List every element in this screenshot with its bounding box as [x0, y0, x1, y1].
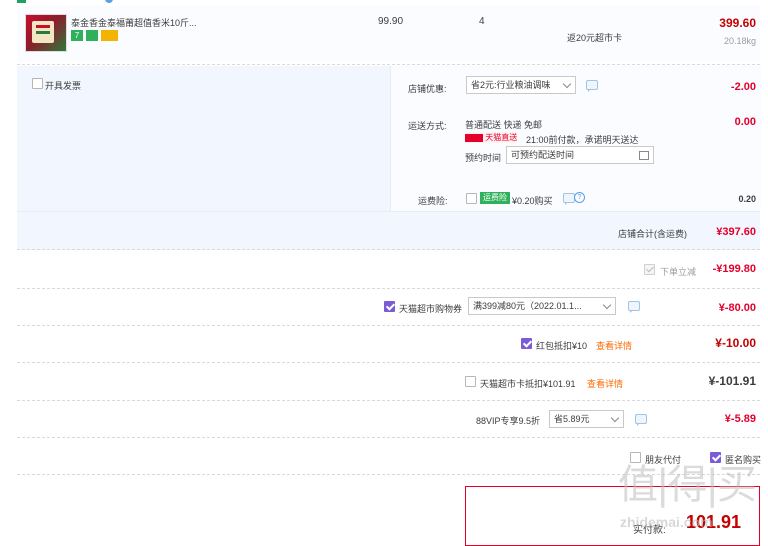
vip-value: 省5.89元: [554, 414, 590, 424]
divider: [17, 288, 760, 289]
vip-label: 88VIP专享9.5折: [476, 416, 541, 426]
red-packet-checkbox[interactable]: [521, 338, 532, 349]
supermarket-card-label[interactable]: 天猫超市卡抵扣¥101.91: [480, 377, 576, 390]
red-packet-detail-link[interactable]: 查看详情: [596, 339, 632, 352]
watermark-logo: 值|得|买: [618, 462, 757, 508]
chevron-down-icon: [562, 79, 572, 89]
watermark-url: zhidemai.com: [620, 514, 713, 530]
insurance-badge: 运费险: [480, 192, 510, 204]
insurance-checkbox[interactable]: [466, 193, 477, 204]
schedule-placeholder: 可预约配送时间: [511, 150, 575, 160]
divider: [17, 400, 760, 401]
help-icon: [105, 0, 113, 3]
product-tag-service-icon: [86, 30, 98, 41]
calendar-icon: [639, 151, 649, 160]
invoice-checkbox[interactable]: [32, 78, 43, 89]
shipping-method: 普通配送 快递 免邮: [465, 120, 543, 130]
shop-total-amount: ¥397.60: [716, 226, 756, 238]
shop-discount-select[interactable]: 省2元:行业粮油调味: [466, 76, 576, 94]
product-tag-7: 7: [71, 30, 83, 41]
divider: [17, 325, 760, 326]
top-strip: [17, 0, 760, 4]
order-discount-label: 下单立减: [660, 267, 697, 277]
shop-discount-value: 省2元:行业粮油调味: [471, 80, 551, 90]
message-icon[interactable]: [635, 414, 647, 426]
weight: 20.18kg: [723, 36, 756, 46]
order-discount-checkbox: [644, 264, 655, 275]
tmall-direct-badge: 天猫直送: [465, 132, 518, 143]
shop-total-label: 店铺合计(含运费): [618, 229, 687, 239]
invoice-label[interactable]: 开具发票: [45, 79, 81, 92]
product-image[interactable]: [25, 14, 67, 52]
supermarket-coupon-checkbox[interactable]: [384, 301, 395, 312]
shop-discount-amount: -2.00: [730, 81, 756, 93]
red-packet-amount: ¥-10.00: [715, 336, 756, 350]
order-discount-amount: -¥199.80: [712, 263, 756, 275]
badge-text: 天猫直送: [485, 133, 518, 142]
product-row: [17, 6, 760, 62]
tmall-logo-icon: [465, 133, 483, 142]
delivery-promise: 21:00前付款，承诺明天送达: [526, 135, 639, 145]
divider: [17, 64, 760, 65]
product-name[interactable]: 泰金香金泰福莆超值香米10斤...: [71, 16, 197, 29]
chevron-down-icon: [602, 300, 612, 310]
help-icon[interactable]: ?: [574, 192, 585, 203]
vip-select[interactable]: 省5.89元: [549, 410, 624, 428]
unit-price: 99.90: [378, 16, 404, 27]
vip-amount: ¥-5.89: [724, 413, 756, 425]
supermarket-coupon-value: 满399减80元（2022.01.1...: [473, 301, 582, 311]
quantity: 4: [479, 16, 485, 27]
subtotal: 399.60: [719, 16, 756, 30]
schedule-input[interactable]: 可预约配送时间: [506, 146, 654, 164]
supermarket-card-detail-link[interactable]: 查看详情: [587, 377, 623, 390]
shop-discount-label: 店铺优惠:: [408, 84, 447, 94]
insurance-price: ¥0.20购买: [512, 196, 553, 206]
schedule-label: 预约时间: [465, 153, 502, 163]
supermarket-coupon-label[interactable]: 天猫超市购物券: [399, 302, 462, 315]
divider: [17, 437, 760, 438]
message-icon[interactable]: [586, 80, 598, 92]
shipping-amount: 0.00: [734, 116, 756, 128]
divider: [17, 362, 760, 363]
supermarket-coupon-amount: ¥-80.00: [718, 302, 756, 314]
supermarket-card-checkbox[interactable]: [465, 376, 476, 387]
supermarket-coupon-select[interactable]: 满399减80元（2022.01.1...: [468, 297, 616, 315]
supermarket-card-amount: ¥-101.91: [708, 374, 756, 388]
select-all-checkbox[interactable]: [17, 0, 26, 3]
divider: [17, 249, 760, 250]
message-icon[interactable]: [628, 301, 640, 313]
insurance-amount: 0.20: [738, 194, 756, 204]
insurance-label: 运费险:: [418, 196, 448, 206]
rebate-text: 返20元超市卡: [567, 33, 623, 43]
chevron-down-icon: [610, 413, 620, 423]
shipping-label: 运送方式:: [408, 121, 447, 131]
red-packet-label[interactable]: 红包抵扣¥10: [536, 339, 587, 352]
product-tag-card-icon: [101, 30, 118, 41]
